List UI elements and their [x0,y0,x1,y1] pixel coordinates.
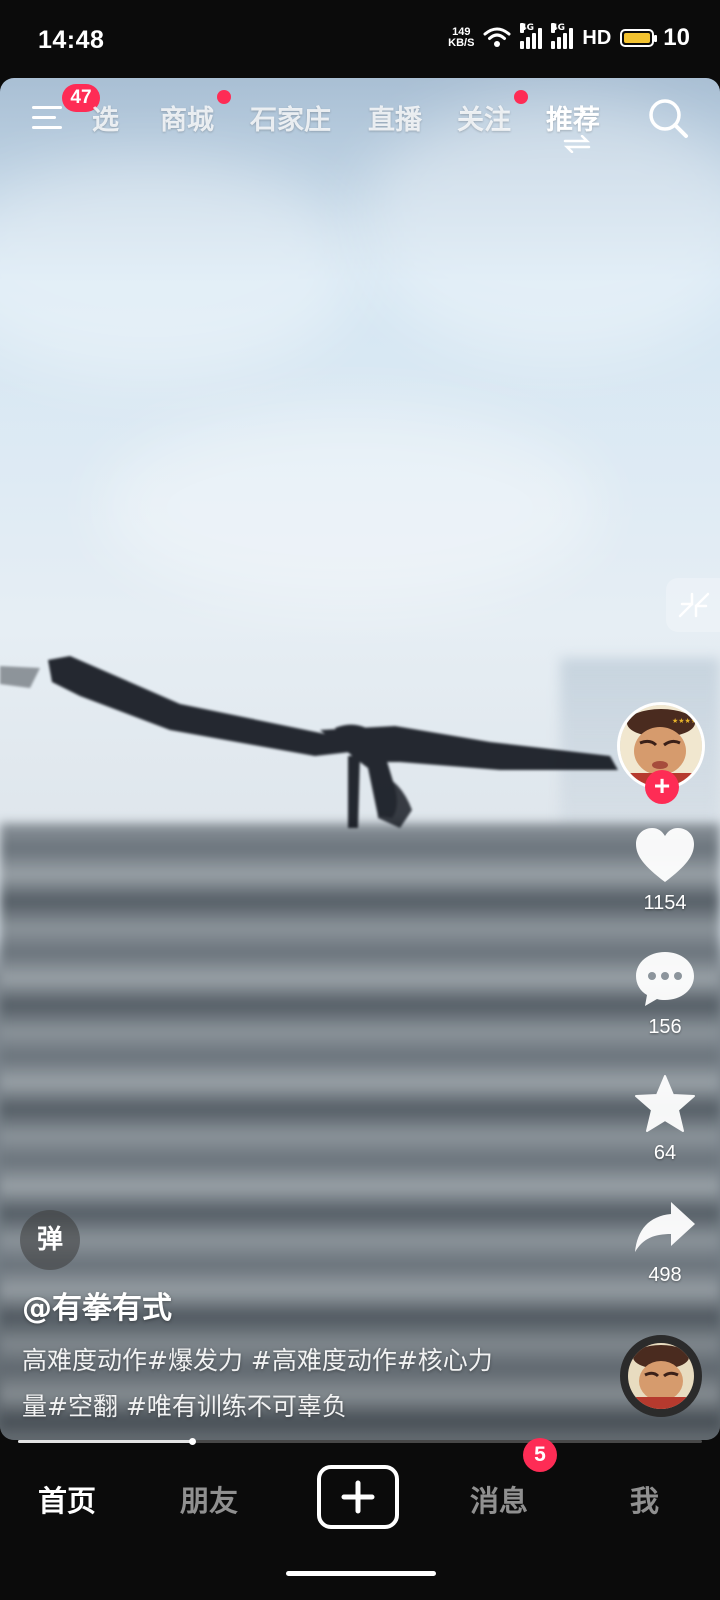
nav-messages[interactable]: 消息 [470,1478,528,1520]
favorite-button[interactable]: 64 [620,1074,710,1165]
hd-voice-icon: HD [582,26,612,49]
signal-icon: 4G [520,23,543,49]
share-icon [635,1202,695,1252]
sky-cloud [0,158,360,378]
status-bar: 14:48 149 KB/S 4G 4G HD 10 [0,0,720,78]
tab-live[interactable]: 直播 [368,98,422,137]
home-indicator[interactable] [286,1571,436,1576]
progress-knob[interactable] [189,1438,197,1445]
collapse-button[interactable] [666,578,720,632]
messages-badge: 5 [523,1438,557,1472]
top-nav: 47 选 商城 石家庄 直播 关注 推荐 [0,78,720,168]
danmu-toggle-button[interactable]: 弹 [20,1210,80,1270]
description-line: 量#空翻 #唯有训练不可辜负 [22,1392,347,1421]
progress-fill [18,1440,193,1443]
comment-count: 156 [648,1016,682,1038]
favorite-count: 64 [653,1142,677,1164]
wifi-icon [483,27,511,47]
author-name[interactable]: @有拳有式 [22,1283,172,1327]
search-icon [649,99,688,138]
phone-screen: 14:48 149 KB/S 4G 4G HD 10 47 选 商城 石家庄 直… [0,0,720,1600]
bottom-nav: 首页 朋友 消息 5 我 [0,1438,720,1600]
menu-button[interactable] [32,102,68,134]
status-time: 14:48 [38,26,105,54]
follow-button[interactable]: + [645,770,679,804]
like-count: 1154 [643,892,687,914]
athlete-silhouette [0,656,618,828]
battery-level: 10 [663,24,690,51]
share-button[interactable]: 498 [620,1198,710,1287]
tab-following[interactable]: 关注 [457,98,511,137]
tab-mall[interactable]: 商城 [160,98,214,137]
mall-dot-badge [217,90,231,104]
comment-icon [636,952,694,1006]
signal-icon: 4G [551,23,574,49]
star-icon [635,1075,695,1132]
battery-icon [620,29,658,47]
description-line: 高难度动作#爆发力 #高难度动作#核心力 [22,1346,493,1375]
swap-icon [563,135,591,153]
nav-friends[interactable]: 朋友 [180,1478,238,1520]
video-description[interactable]: 高难度动作#爆发力 #高难度动作#核心力 量#空翻 #唯有训练不可辜负 [22,1338,582,1430]
create-post-button[interactable] [317,1465,399,1529]
net-speed: 149 KB/S [448,27,474,49]
share-count: 498 [648,1264,682,1286]
tab-jingxuan[interactable]: 选 [92,98,119,137]
net-speed-unit: KB/S [448,37,475,49]
comment-button[interactable]: 156 [620,950,710,1039]
collapse-icon [678,592,710,618]
status-icons: 149 KB/S 4G 4G HD 10 [448,23,690,52]
plus-icon [341,1480,375,1514]
sim2-tag: 4G [551,23,566,33]
sky-cloud [100,408,600,608]
video-player[interactable] [0,78,720,1440]
menu-icon [32,106,62,129]
video-progress-bar[interactable] [18,1438,702,1445]
heart-icon [636,828,694,882]
like-button[interactable]: 1154 [620,826,710,915]
tab-recommend[interactable]: 推荐 [546,98,600,137]
search-button[interactable] [646,96,690,144]
music-disc-cover [628,1343,694,1409]
nav-me[interactable]: 我 [630,1478,659,1520]
tab-local-city[interactable]: 石家庄 [250,98,331,137]
following-dot-badge [514,90,528,104]
nav-home[interactable]: 首页 [38,1478,96,1520]
sim1-tag: 4G [520,23,535,33]
music-disc[interactable] [620,1335,702,1417]
